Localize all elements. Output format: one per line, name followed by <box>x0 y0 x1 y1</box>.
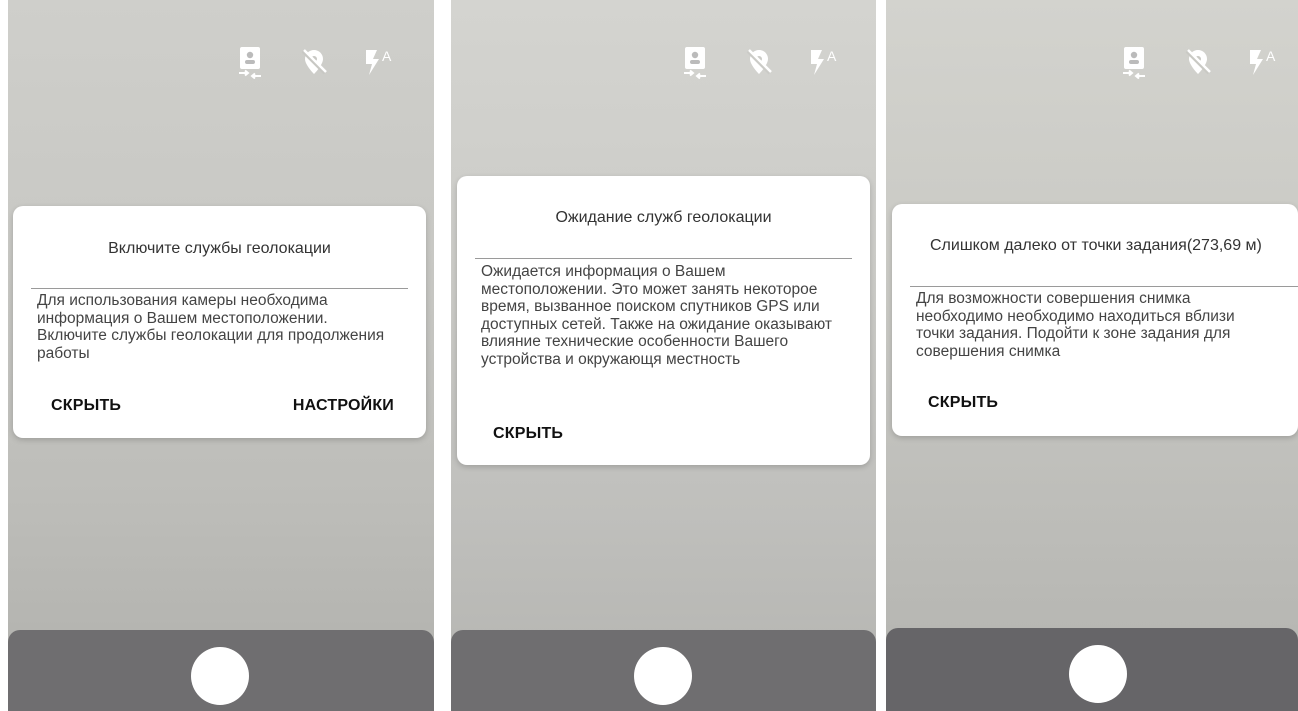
dialog-message: Ожидается информация о Вашем местоположе… <box>481 263 832 368</box>
svg-text:A: A <box>1266 48 1276 64</box>
switch-camera-icon[interactable] <box>230 42 270 82</box>
hide-button[interactable]: СКРЫТЬ <box>51 397 121 415</box>
dialog-message: Для возможности совершения снимка необхо… <box>916 290 1235 360</box>
flash-auto-icon[interactable]: A <box>358 42 398 82</box>
shutter-button[interactable] <box>191 647 249 705</box>
hide-button[interactable]: СКРЫТЬ <box>493 425 563 443</box>
location-off-icon[interactable] <box>294 42 334 82</box>
camera-bottom-bar <box>8 630 434 711</box>
hide-button[interactable]: СКРЫТЬ <box>928 394 998 412</box>
camera-toolbar: A <box>1114 40 1298 84</box>
dialog-message: Для использования камеры необходима инфо… <box>37 292 385 362</box>
waiting-location-dialog: Ожидание служб геолокации Ожидается инфо… <box>457 176 870 465</box>
dialog-title: Включите службы геолокации <box>108 240 331 257</box>
location-services-dialog: Включите службы геолокации Для использов… <box>13 206 426 438</box>
shutter-button[interactable] <box>634 647 692 705</box>
too-far-dialog: Слишком далеко от точки задания(273,69 м… <box>892 204 1298 436</box>
switch-camera-icon[interactable] <box>675 42 715 82</box>
shutter-button[interactable] <box>1069 645 1127 703</box>
dialog-title: Ожидание служб геолокации <box>555 209 772 226</box>
camera-screen-3: A Слишком далеко от точки задания(273,69… <box>886 0 1298 711</box>
settings-button[interactable]: НАСТРОЙКИ <box>293 397 394 415</box>
dialog-divider <box>31 288 408 289</box>
camera-screen-1: A Включите службы геолокации Для использ… <box>8 0 434 711</box>
svg-text:A: A <box>827 48 837 64</box>
location-off-icon[interactable] <box>739 42 779 82</box>
camera-toolbar: A <box>230 40 422 84</box>
camera-bottom-bar <box>451 630 876 711</box>
camera-toolbar: A <box>675 40 867 84</box>
switch-camera-icon[interactable] <box>1114 42 1154 82</box>
camera-bottom-bar <box>886 628 1298 711</box>
location-off-icon[interactable] <box>1178 42 1218 82</box>
flash-auto-icon[interactable]: A <box>803 42 843 82</box>
dialog-title: Слишком далеко от точки задания(273,69 м… <box>930 237 1262 254</box>
svg-text:A: A <box>382 48 392 64</box>
dialog-divider <box>910 286 1298 287</box>
camera-screen-2: A Ожидание служб геолокации Ожидается ин… <box>451 0 876 711</box>
flash-auto-icon[interactable]: A <box>1242 42 1282 82</box>
dialog-divider <box>475 258 852 259</box>
